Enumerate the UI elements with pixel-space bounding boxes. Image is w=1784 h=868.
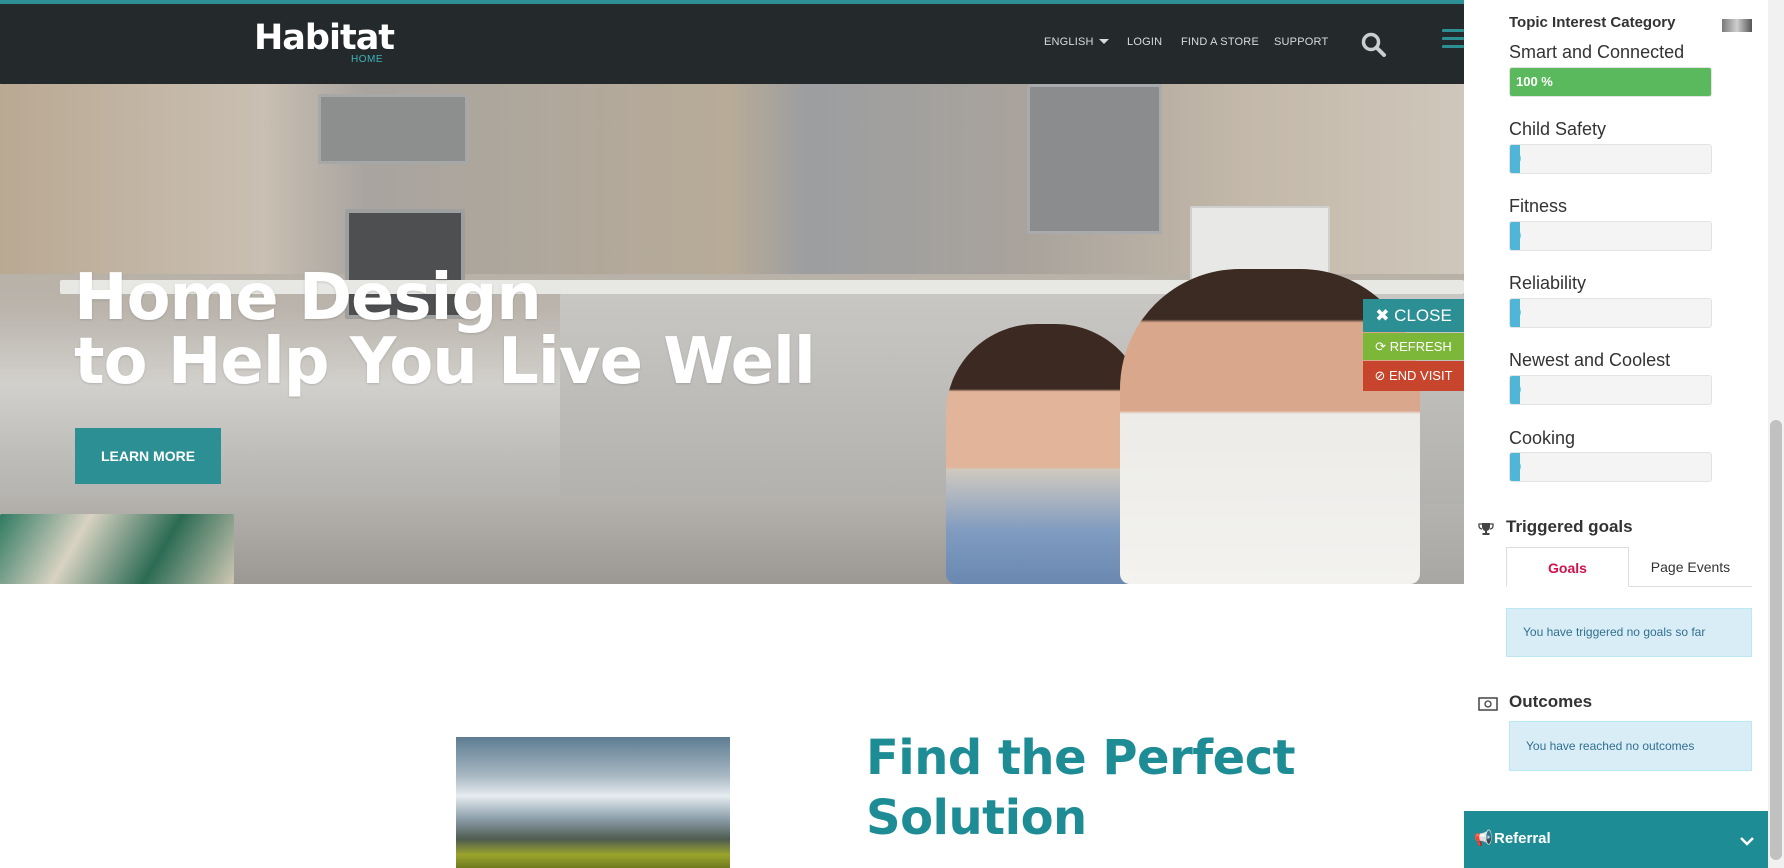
hero-banner: Home Design to Help You Live Well LEARN … [0, 84, 1464, 584]
outcomes-heading: Outcomes [1509, 692, 1593, 711]
page: Habitat HOME ENGLISH LOGIN FIND A STORE … [0, 0, 1784, 868]
goals-message: You have triggered no goals so far [1506, 608, 1752, 657]
end-visit-button[interactable]: ⊘ END VISIT [1363, 361, 1464, 391]
topic-progress-bar: 0 [1509, 144, 1712, 174]
close-label: CLOSE [1394, 306, 1452, 325]
nav-find-a-store[interactable]: FIND A STORE [1181, 36, 1259, 48]
site-header: Habitat HOME ENGLISH LOGIN FIND A STORE … [0, 4, 1464, 84]
tab-goals[interactable]: Goals [1506, 547, 1629, 587]
nav-login[interactable]: LOGIN [1127, 36, 1162, 48]
trophy-icon [1478, 521, 1494, 542]
close-button[interactable]: ✖ CLOSE [1363, 299, 1464, 332]
visitor-thumbnail [1722, 19, 1752, 32]
close-icon: ✖ [1375, 306, 1390, 325]
nav-language-label: ENGLISH [1044, 36, 1094, 48]
topic-progress-fill: 0 [1510, 145, 1521, 173]
landscape-image [456, 737, 730, 868]
eye-slash-icon: ⊘ [1374, 368, 1386, 383]
hamburger-menu-icon[interactable] [1442, 29, 1464, 53]
topic-label: Reliability [1509, 273, 1587, 293]
triggered-goals-heading: Triggered goals [1506, 517, 1633, 536]
topic-progress-bar: 100 % [1509, 67, 1712, 97]
topic-label: Smart and Connected [1509, 42, 1685, 62]
search-icon[interactable] [1361, 32, 1387, 58]
referral-accordion[interactable]: 📢 Referral [1464, 811, 1768, 868]
scrollbar-thumb[interactable] [1770, 420, 1782, 860]
hero-title: Home Design to Help You Live Well [74, 266, 816, 394]
topic-progress-bar: 0 [1509, 221, 1712, 251]
topic-progress-fill: 100 % [1510, 68, 1711, 96]
section-title: Find the Perfect Solution [866, 728, 1296, 848]
topic-progress-bar: 0 [1509, 298, 1712, 328]
refresh-icon: ⟳ [1375, 339, 1387, 354]
refresh-label: REFRESH [1389, 339, 1452, 354]
megaphone-icon: 📢 [1474, 830, 1493, 847]
topic-interest-heading: Topic Interest Category [1509, 14, 1676, 31]
refresh-button[interactable]: ⟳ REFRESH [1363, 333, 1464, 360]
chevron-down-icon [1098, 39, 1109, 44]
money-icon [1478, 696, 1498, 717]
section-title-line2: Solution [866, 790, 1087, 846]
tab-page-events[interactable]: Page Events [1629, 547, 1752, 587]
section-title-line1: Find the Perfect [866, 730, 1296, 786]
topic-progress-fill: 0 [1510, 299, 1521, 327]
plant-pillow [0, 514, 234, 584]
referral-label: Referral [1494, 830, 1551, 847]
hero-title-line1: Home Design [74, 261, 542, 335]
woman-figure [946, 324, 1146, 584]
nav-support[interactable]: SUPPORT [1274, 36, 1328, 48]
topic-progress-bar: 0 [1509, 375, 1712, 405]
topic-label: Child Safety [1509, 119, 1607, 139]
learn-more-button[interactable]: LEARN MORE [75, 428, 221, 484]
topic-label: Cooking [1509, 428, 1576, 448]
hero-title-line2: to Help You Live Well [74, 325, 816, 399]
topic-progress-bar: 0 [1509, 452, 1712, 482]
chevron-down-icon [1740, 833, 1754, 851]
topic-label: Newest and Coolest [1509, 350, 1671, 370]
topic-progress-fill: 0 [1510, 222, 1521, 250]
topic-progress-fill: 0 [1510, 376, 1521, 404]
wall-microwave [318, 94, 468, 164]
top-nav: ENGLISH LOGIN FIND A STORE SUPPORT [0, 36, 1464, 56]
outcomes-message: You have reached no outcomes [1509, 721, 1752, 771]
topic-label: Fitness [1509, 196, 1568, 216]
goals-tabs: Goals Page Events [1506, 547, 1752, 587]
end-visit-label: END VISIT [1388, 368, 1453, 383]
coffee-machine [1027, 84, 1162, 234]
topic-progress-fill: 0 [1510, 453, 1521, 481]
nav-language-dropdown[interactable]: ENGLISH [1044, 36, 1109, 48]
